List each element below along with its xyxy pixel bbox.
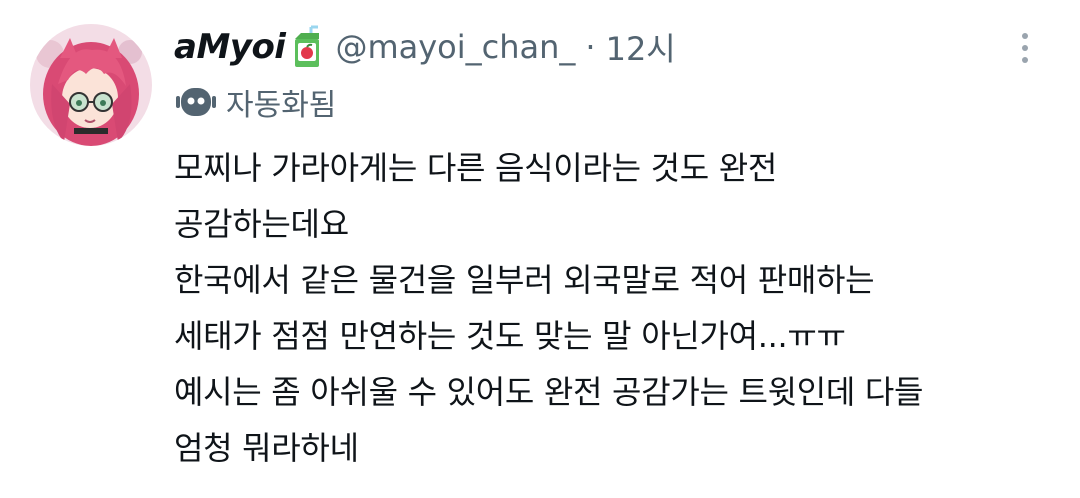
tweet-line: 세태가 점점 만연하는 것도 맞는 말 아닌가여...ㅠㅠ <box>174 317 846 355</box>
display-name[interactable]: aMyoi <box>174 27 286 67</box>
more-options-icon[interactable] <box>1010 24 1040 72</box>
tweet-line: 예시는 좀 아쉬울 수 있어도 완전 공감가는 트윗인데 다들 <box>174 373 924 411</box>
tweet-header: aMyoi @mayoi_chan_ · 12시 <box>174 22 676 72</box>
tweet-line: 공감하는데요 <box>174 205 349 243</box>
user-handle[interactable]: @mayoi_chan_ <box>335 28 575 66</box>
separator-dot: · <box>585 28 596 66</box>
tweet-line: 엄청 뭐라하네 <box>174 429 359 467</box>
tweet-time[interactable]: 12시 <box>606 24 676 70</box>
tweet-text: 모찌나 가라아게는 다른 음식이라는 것도 완전 공감하는데요 한국에서 같은 … <box>174 140 1064 476</box>
tweet-line: 한국에서 같은 물건을 일부러 외국말로 적어 판매하는 <box>174 261 875 299</box>
automated-label-row[interactable]: 자동화됨 <box>176 82 337 123</box>
automated-label: 자동화됨 <box>226 88 337 123</box>
bot-icon <box>176 85 216 119</box>
tweet-line: 모찌나 가라아게는 다른 음식이라는 것도 완전 <box>174 149 778 187</box>
avatar[interactable] <box>30 24 152 146</box>
juice-box-icon <box>291 25 323 69</box>
